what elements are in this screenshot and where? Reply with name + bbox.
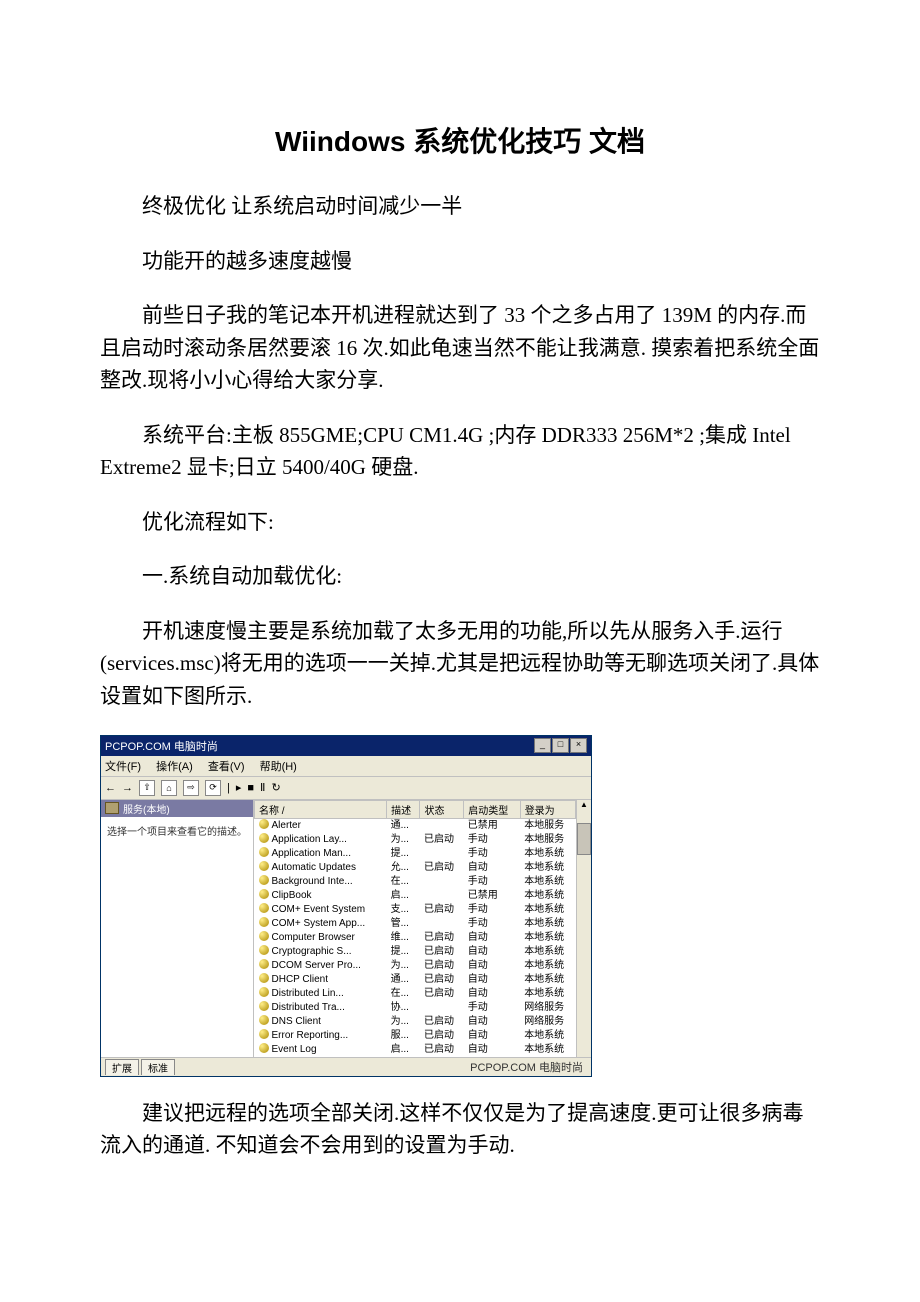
pause-icon[interactable]: Ⅱ <box>260 781 265 794</box>
menubar: 文件(F) 操作(A) 查看(V) 帮助(H) <box>101 756 591 777</box>
tree-root[interactable]: 服务(本地) <box>101 800 253 817</box>
paragraph: 一.系统自动加载优化: <box>100 560 820 593</box>
col-logon[interactable]: 登录为 <box>520 800 575 818</box>
gear-icon <box>259 1029 269 1039</box>
col-desc[interactable]: 描述 <box>387 800 420 818</box>
table-row[interactable]: COM+ Event System支...已启动手动本地系统 <box>255 903 576 917</box>
view-tabs: 扩展 标准 PCPOP.COM 电脑时尚 <box>101 1057 591 1076</box>
scroll-up-icon[interactable]: ▲ <box>577 800 591 809</box>
menu-action[interactable]: 操作(A) <box>156 761 193 773</box>
scroll-thumb[interactable] <box>577 823 591 855</box>
gear-icon <box>259 1015 269 1025</box>
gear-icon <box>259 945 269 955</box>
back-icon[interactable]: ← <box>105 782 116 794</box>
gear-icon <box>259 847 269 857</box>
table-row[interactable]: Computer Browser维...已启动自动本地系统 <box>255 931 576 945</box>
stop-icon[interactable]: ■ <box>247 782 254 794</box>
table-row[interactable]: Distributed Tra...协...手动网络服务 <box>255 1001 576 1015</box>
play-icon[interactable]: ▸ <box>236 781 242 794</box>
gear-icon <box>259 861 269 871</box>
gear-icon <box>259 931 269 941</box>
menu-view[interactable]: 查看(V) <box>208 761 245 773</box>
gear-icon <box>259 1043 269 1053</box>
maximize-button[interactable]: □ <box>552 738 569 753</box>
tab-standard[interactable]: 标准 <box>141 1059 175 1075</box>
minimize-button[interactable]: _ <box>534 738 551 753</box>
table-row[interactable]: Application Man...提...手动本地系统 <box>255 847 576 861</box>
table-row[interactable]: Background Inte...在...手动本地系统 <box>255 875 576 889</box>
toolbar: ← → ⇧ ⌂ ⇨ ⟳ | ▸ ■ Ⅱ ↻ <box>101 777 591 800</box>
services-list: 名称 / 描述 状态 启动类型 登录为 Alerter通...已禁用本地服务Ap… <box>253 800 591 1057</box>
table-row[interactable]: Alerter通...已禁用本地服务 <box>255 818 576 833</box>
paragraph: 优化流程如下: <box>100 506 820 539</box>
services-window: PCPOP.COM 电脑时尚 _ □ × 文件(F) 操作(A) 查看(V) 帮… <box>100 735 592 1077</box>
menu-help[interactable]: 帮助(H) <box>260 761 297 773</box>
gear-icon <box>259 987 269 997</box>
paragraph: 系统平台:主板 855GME;CPU CM1.4G ;内存 DDR333 256… <box>100 419 820 484</box>
table-row[interactable]: Application Lay...为...已启动手动本地服务 <box>255 833 576 847</box>
paragraph: 终极优化 让系统启动时间减少一半 <box>100 190 820 223</box>
paragraph: 功能开的越多速度越慢 <box>100 245 820 278</box>
gear-icon <box>259 973 269 983</box>
table-row[interactable]: DHCP Client通...已启动自动本地系统 <box>255 973 576 987</box>
table-row[interactable]: COM+ System App...管...手动本地系统 <box>255 917 576 931</box>
gear-icon <box>259 959 269 969</box>
gear-icon <box>259 917 269 927</box>
table-row[interactable]: DCOM Server Pro...为...已启动自动本地系统 <box>255 959 576 973</box>
gear-icon <box>259 875 269 885</box>
separator-icon: | <box>227 782 230 794</box>
footer-brand: PCPOP.COM 电脑时尚 <box>177 1059 587 1075</box>
page-title: Wiindows 系统优化技巧 文档 <box>100 120 820 160</box>
refresh-icon[interactable]: ⟳ <box>205 780 221 796</box>
services-table: 名称 / 描述 状态 启动类型 登录为 Alerter通...已禁用本地服务Ap… <box>254 800 576 1057</box>
table-row[interactable]: Cryptographic S...提...已启动自动本地系统 <box>255 945 576 959</box>
close-button[interactable]: × <box>570 738 587 753</box>
table-row[interactable]: Automatic Updates允...已启动自动本地系统 <box>255 861 576 875</box>
window-title: PCPOP.COM 电脑时尚 <box>105 738 533 754</box>
up-icon[interactable]: ⇧ <box>139 780 155 796</box>
forward-icon[interactable]: → <box>122 782 133 794</box>
paragraph: 建议把远程的选项全部关闭.这样不仅仅是为了提高速度.更可让很多病毒流入的通道. … <box>100 1097 820 1162</box>
table-row[interactable]: Event Log启...已启动自动本地系统 <box>255 1043 576 1057</box>
gear-icon <box>259 833 269 843</box>
menu-file[interactable]: 文件(F) <box>105 761 141 773</box>
window-titlebar: PCPOP.COM 电脑时尚 _ □ × <box>101 736 591 756</box>
properties-icon[interactable]: ⌂ <box>161 780 177 796</box>
paragraph: 前些日子我的笔记本开机进程就达到了 33 个之多占用了 139M 的内存.而且启… <box>100 299 820 397</box>
table-row[interactable]: Distributed Lin...在...已启动自动本地系统 <box>255 987 576 1001</box>
export-icon[interactable]: ⇨ <box>183 780 199 796</box>
paragraph: 开机速度慢主要是系统加载了太多无用的功能,所以先从服务入手.运行(service… <box>100 615 820 713</box>
table-row[interactable]: ClipBook启...已禁用本地系统 <box>255 889 576 903</box>
col-startup[interactable]: 启动类型 <box>464 800 520 818</box>
scrollbar[interactable]: ▲ <box>576 800 591 1057</box>
col-name[interactable]: 名称 / <box>255 800 387 818</box>
gear-icon <box>259 889 269 899</box>
restart-icon[interactable]: ↻ <box>271 781 280 794</box>
tree-hint: 选择一个项目来查看它的描述。 <box>107 823 247 838</box>
gear-icon <box>259 903 269 913</box>
folder-icon <box>105 802 119 814</box>
table-row[interactable]: Error Reporting...服...已启动自动本地系统 <box>255 1029 576 1043</box>
table-row[interactable]: DNS Client为...已启动自动网络服务 <box>255 1015 576 1029</box>
col-status[interactable]: 状态 <box>420 800 464 818</box>
tree-panel: 服务(本地) 选择一个项目来查看它的描述。 <box>101 800 253 1057</box>
gear-icon <box>259 1001 269 1011</box>
document-page: Wiindows 系统优化技巧 文档 终极优化 让系统启动时间减少一半 功能开的… <box>0 0 920 1244</box>
tab-extended[interactable]: 扩展 <box>105 1059 139 1075</box>
gear-icon <box>259 819 269 829</box>
